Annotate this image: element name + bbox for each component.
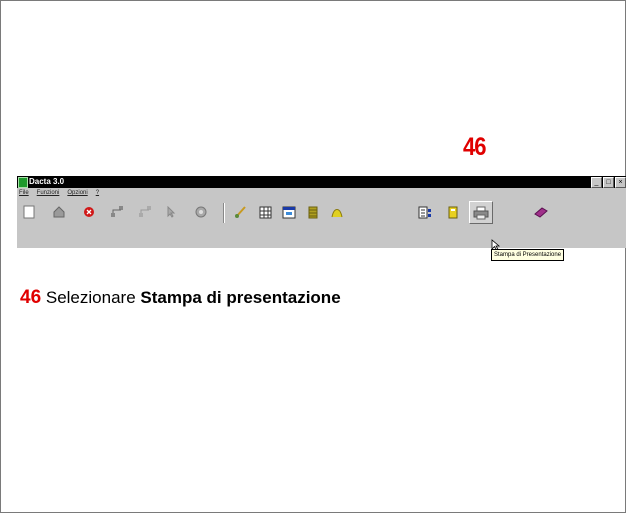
- menu-bar: File Funzioni Opzioni ?: [17, 188, 626, 198]
- toolbar: [17, 200, 626, 224]
- window-title: Dacta 3.0: [29, 177, 65, 186]
- printer-icon[interactable]: [469, 201, 493, 224]
- book-icon[interactable]: [533, 204, 549, 220]
- brush-icon[interactable]: [233, 204, 249, 220]
- curve-icon[interactable]: [329, 204, 345, 220]
- slide-frame: 46 Dacta 3.0 _ □ × File Funzioni Opzioni…: [0, 0, 626, 513]
- menu-help[interactable]: ?: [96, 188, 99, 198]
- window-controls: _ □ ×: [591, 177, 626, 188]
- close-button[interactable]: ×: [615, 177, 626, 188]
- menu-opzioni[interactable]: Opzioni: [67, 188, 87, 198]
- tools-icon[interactable]: [193, 204, 209, 220]
- step-number-label: 46: [463, 132, 487, 161]
- app-window: Dacta 3.0 _ □ × File Funzioni Opzioni ?: [17, 176, 626, 261]
- notebook-icon[interactable]: [445, 204, 461, 220]
- new-document-icon[interactable]: [21, 204, 37, 220]
- stop-icon[interactable]: [81, 204, 97, 220]
- stack-icon[interactable]: [305, 204, 321, 220]
- menu-funzioni[interactable]: Funzioni: [37, 188, 60, 198]
- caption-target: Stampa di presentazione: [140, 288, 341, 307]
- toolbar-separator: [223, 203, 225, 223]
- app-icon: [18, 177, 28, 188]
- title-bar: Dacta 3.0 _ □ ×: [17, 176, 626, 188]
- menu-file[interactable]: File: [19, 188, 29, 198]
- tooltip: Stampa di Presentazione: [491, 249, 565, 261]
- network-gray-icon[interactable]: [137, 204, 153, 220]
- network-icon[interactable]: [109, 204, 125, 220]
- minimize-button[interactable]: _: [591, 177, 602, 188]
- instruction-caption: 46 Selezionare Stampa di presentazione: [20, 287, 341, 309]
- caption-step-number: 46: [20, 287, 42, 308]
- maximize-button[interactable]: □: [603, 177, 614, 188]
- window-icon[interactable]: [281, 204, 297, 220]
- grid-icon[interactable]: [257, 204, 273, 220]
- caption-text: Selezionare: [41, 288, 141, 307]
- list-icon[interactable]: [417, 204, 433, 220]
- pointer-icon[interactable]: [163, 204, 179, 220]
- home-icon[interactable]: [51, 204, 67, 220]
